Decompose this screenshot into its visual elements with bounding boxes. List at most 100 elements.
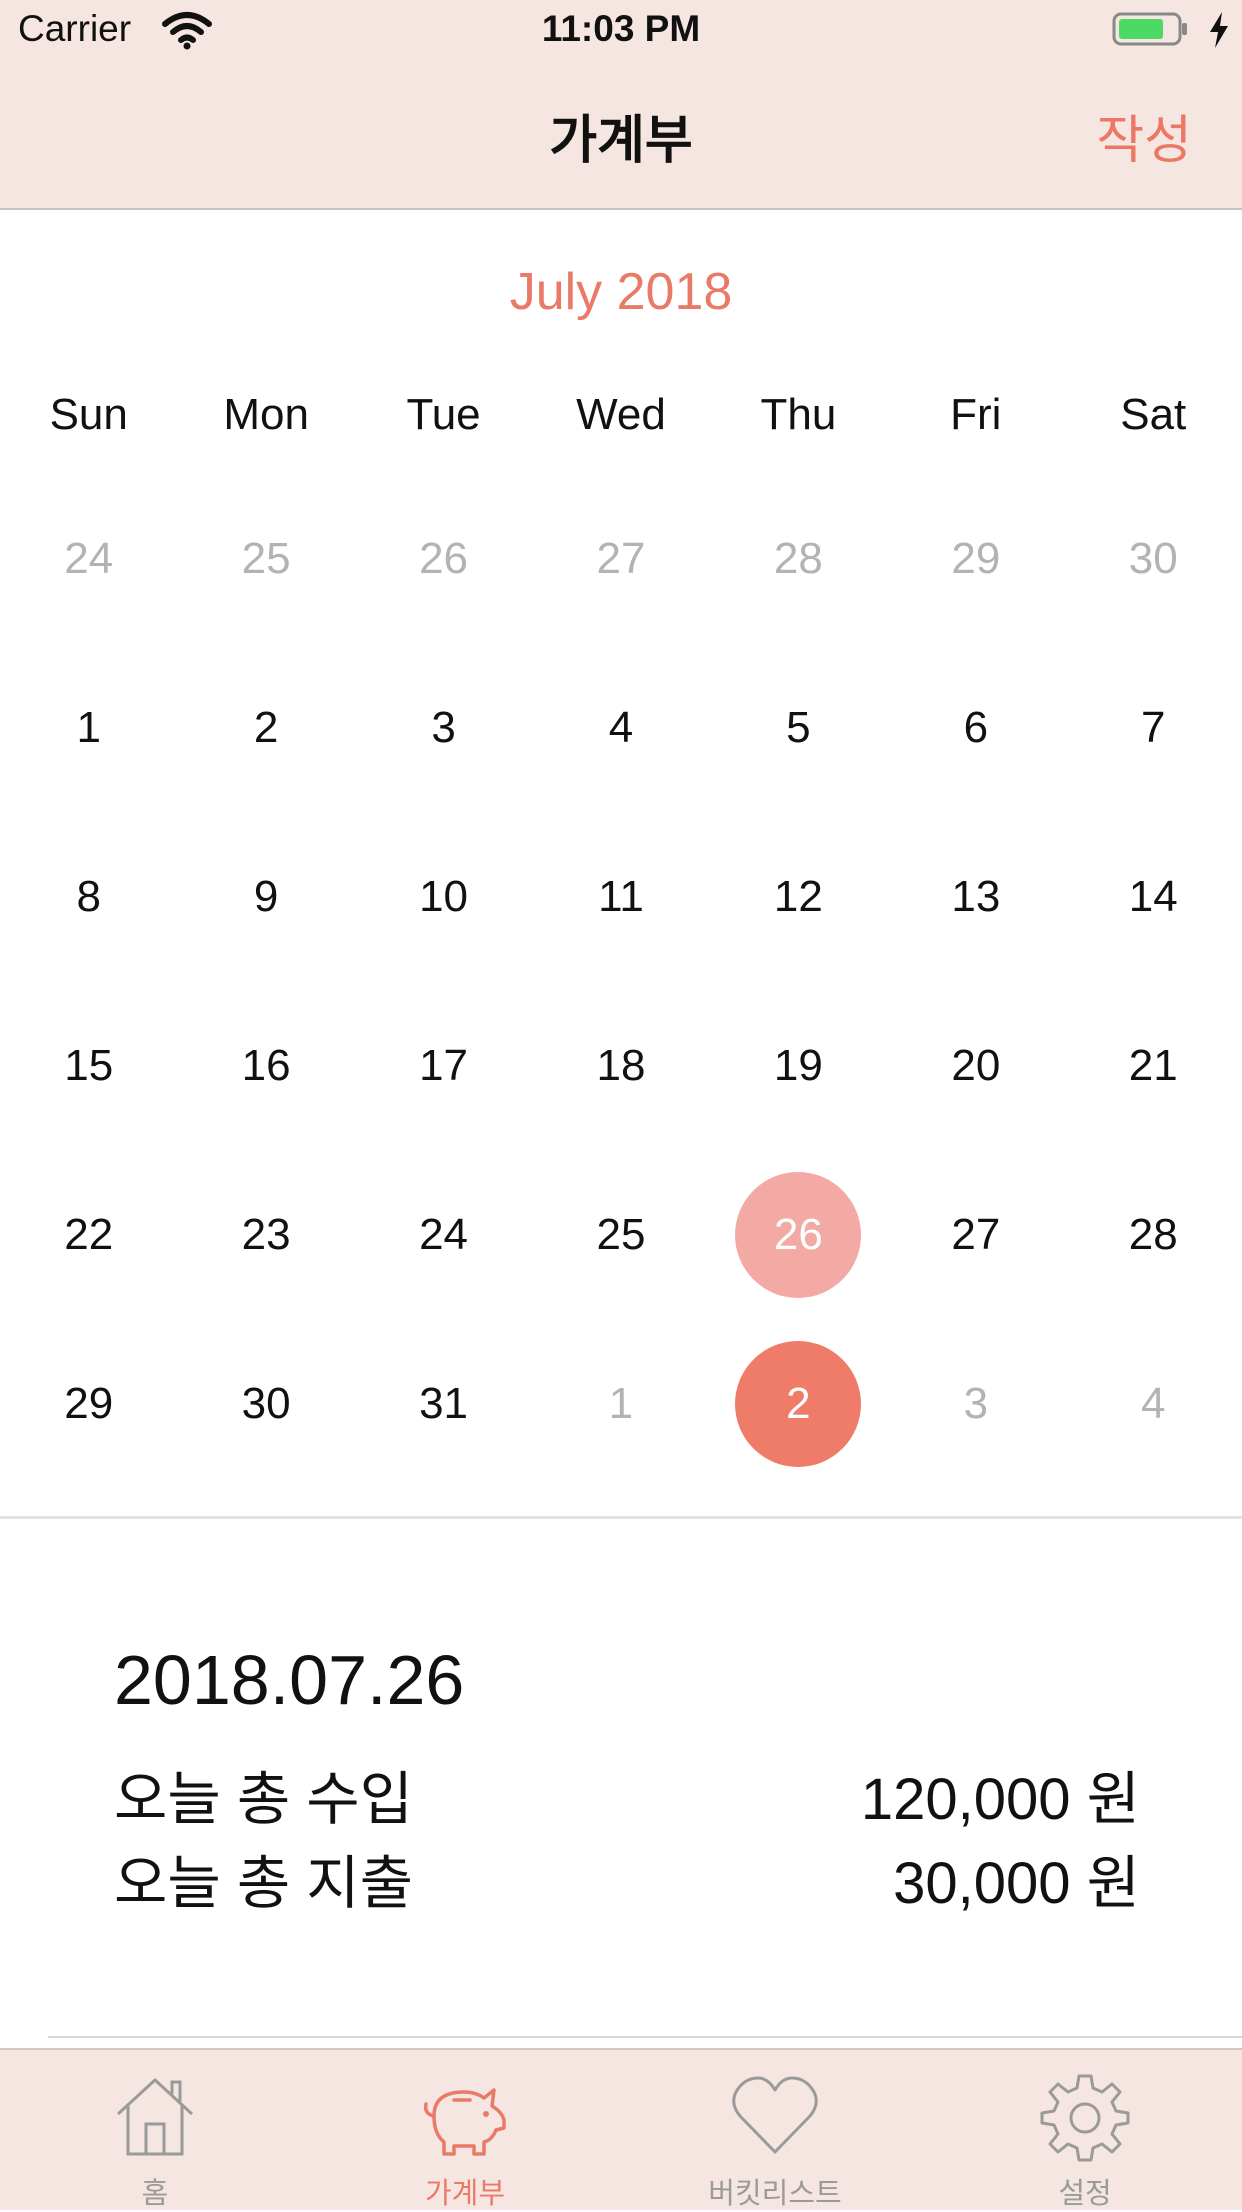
calendar-day[interactable]: 3 — [355, 669, 532, 787]
calendar-day-number: 12 — [773, 872, 823, 921]
calendar-day[interactable]: 29 — [0, 1345, 177, 1463]
piggy-bank-icon — [423, 2088, 506, 2156]
tab-home[interactable]: 홈 — [0, 2050, 310, 2210]
calendar-day-number: 3 — [963, 1379, 989, 1428]
calendar-day[interactable]: 27 — [887, 1176, 1064, 1294]
calendar-week-row: 1 2 3 4 5 6 7 — [0, 669, 1242, 838]
calendar-day[interactable]: 14 — [1065, 838, 1242, 956]
house-icon — [116, 2078, 194, 2156]
calendar-day[interactable]: 25 — [177, 500, 354, 618]
calendar-day[interactable]: 2 — [177, 669, 354, 787]
calendar-day[interactable]: 1 — [0, 669, 177, 787]
calendar-day[interactable]: 1 — [532, 1345, 709, 1463]
calendar-day-number: 27 — [951, 1210, 1001, 1259]
calendar-day-number: 1 — [76, 703, 101, 752]
calendar-day[interactable]: 26 — [355, 500, 532, 618]
calendar-day[interactable]: 5 — [710, 669, 887, 787]
calendar-day[interactable]: 17 — [355, 1007, 532, 1125]
weekday-label: Thu — [760, 390, 837, 439]
calendar-day[interactable]: 4 — [532, 669, 709, 787]
calendar-day[interactable]: 24 — [355, 1176, 532, 1294]
battery-icon — [1112, 12, 1187, 46]
calendar-day[interactable]: 16 — [177, 1007, 354, 1125]
calendar-day-number: 1 — [608, 1379, 634, 1428]
calendar-day[interactable]: 30 — [1065, 500, 1242, 618]
calendar-day[interactable]: 6 — [887, 669, 1064, 787]
income-label: 오늘 총 수입 — [114, 1767, 414, 1832]
calendar-day-number: 8 — [76, 872, 101, 921]
calendar-day-number: 29 — [951, 534, 1001, 583]
calendar-day-number: 15 — [64, 1041, 114, 1090]
calendar-day-number: 26 — [773, 1210, 823, 1259]
weekday-label: Mon — [223, 390, 309, 439]
calendar-day-number: 29 — [64, 1379, 114, 1428]
calendar-day[interactable]: 23 — [177, 1176, 354, 1294]
calendar-week-row: 22 23 24 25 26 27 28 — [0, 1172, 1242, 1345]
calendar-day-number: 9 — [253, 872, 279, 921]
calendar-day-number: 13 — [951, 872, 1001, 921]
calendar-day-number: 17 — [419, 1041, 469, 1090]
heart-icon — [732, 2076, 818, 2154]
calendar-day-number: 7 — [1141, 703, 1166, 752]
calendar-day-number: 14 — [1128, 872, 1178, 921]
calendar-day[interactable]: 11 — [532, 838, 709, 956]
calendar-day[interactable]: 3 — [887, 1345, 1064, 1463]
calendar-day[interactable]: 7 — [1065, 669, 1242, 787]
calendar-day[interactable]: 30 — [177, 1345, 354, 1463]
calendar-day-number: 26 — [419, 534, 469, 583]
weekday-label: Sun — [49, 390, 128, 439]
calendar-day[interactable]: 27 — [532, 500, 709, 618]
charging-bolt-icon — [1210, 12, 1228, 48]
calendar-day-number: 19 — [773, 1041, 823, 1090]
calendar-day[interactable]: 13 — [887, 838, 1064, 956]
calendar-day-number: 16 — [241, 1041, 291, 1090]
calendar-week-row: 24 25 26 27 28 29 30 — [0, 500, 1242, 669]
calendar-day-selected[interactable]: 26 — [710, 1172, 887, 1298]
calendar-day[interactable]: 22 — [0, 1176, 177, 1294]
calendar-day[interactable]: 28 — [1065, 1176, 1242, 1294]
calendar-day[interactable]: 21 — [1065, 1007, 1242, 1125]
tab-settings[interactable]: 설정 — [930, 2050, 1240, 2210]
calendar-week-row: 8 9 10 11 12 13 14 — [0, 838, 1242, 1007]
calendar-day-today[interactable]: 2 — [710, 1341, 887, 1467]
status-bar: Carrier 11:03 PM — [0, 0, 1242, 62]
calendar-day-number: 22 — [64, 1210, 114, 1259]
calendar-day[interactable]: 28 — [710, 500, 887, 618]
calendar-day[interactable]: 31 — [355, 1345, 532, 1463]
calendar-day[interactable]: 4 — [1065, 1345, 1242, 1463]
tab-household-ledger[interactable]: 가계부 — [310, 2050, 620, 2210]
calendar-day-number: 28 — [1128, 1210, 1178, 1259]
calendar-day[interactable]: 9 — [177, 838, 354, 956]
calendar-day-number: 20 — [951, 1041, 1001, 1090]
calendar-day[interactable]: 15 — [0, 1007, 177, 1125]
expense-label: 오늘 총 지출 — [114, 1851, 414, 1916]
tab-label: 가계부 — [424, 2178, 506, 2210]
calendar-day-number: 25 — [241, 534, 291, 583]
calendar-day[interactable]: 25 — [532, 1176, 709, 1294]
calendar-day-number: 28 — [773, 534, 823, 583]
calendar-day[interactable]: 24 — [0, 500, 177, 618]
calendar-day-number: 27 — [596, 534, 646, 583]
tab-label: 버킷리스트 — [708, 2178, 842, 2210]
write-button[interactable]: 작성 — [1096, 98, 1192, 173]
expense-value: 30,000 원 — [893, 1851, 1140, 1916]
tab-bar: 홈 가계부 버킷리스트 설정 — [0, 2048, 1242, 2210]
selected-date: 2018.07.26 — [114, 1641, 465, 1719]
gear-icon — [1040, 2074, 1130, 2162]
calendar-day-number: 30 — [1128, 534, 1178, 583]
calendar-day[interactable]: 12 — [710, 838, 887, 956]
calendar-day[interactable]: 8 — [0, 838, 177, 956]
clock-label: 11:03 PM — [541, 8, 701, 49]
calendar-day-number: 11 — [598, 872, 644, 921]
calendar-day[interactable]: 18 — [532, 1007, 709, 1125]
calendar-day[interactable]: 19 — [710, 1007, 887, 1125]
calendar-day[interactable]: 29 — [887, 500, 1064, 618]
weekday-label: Wed — [576, 390, 666, 439]
calendar-day[interactable]: 10 — [355, 838, 532, 956]
weekday-label: Fri — [950, 390, 1002, 439]
calendar-day-number: 5 — [786, 703, 811, 752]
calendar-day[interactable]: 20 — [887, 1007, 1064, 1125]
tab-bucket-list[interactable]: 버킷리스트 — [620, 2050, 930, 2210]
calendar-day-number: 2 — [786, 1379, 811, 1428]
calendar-day-number: 2 — [253, 703, 279, 752]
